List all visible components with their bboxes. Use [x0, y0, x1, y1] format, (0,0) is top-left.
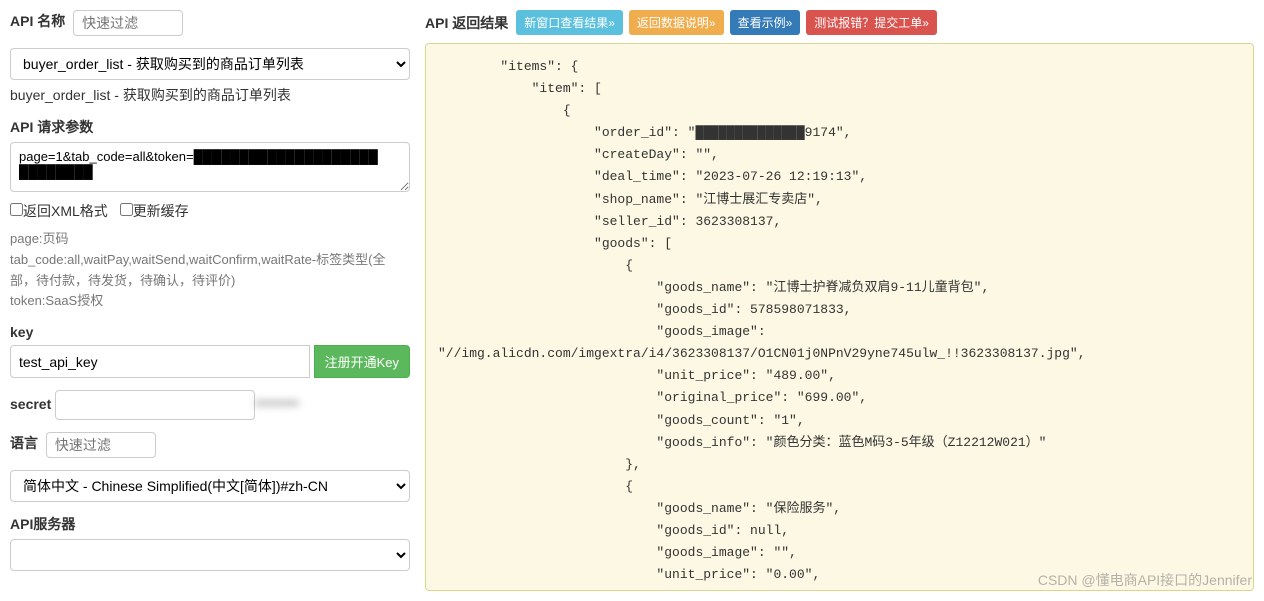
result-json-box[interactable]: "items": { "item": [ { "order_id": "████…: [425, 43, 1254, 591]
key-input[interactable]: [10, 345, 310, 378]
report-error-button[interactable]: 测试报错？提交工单»: [806, 10, 937, 35]
lang-label: 语言: [10, 433, 38, 453]
api-params-label: API 请求参数: [10, 117, 93, 137]
lang-select[interactable]: 简体中文 - Chinese Simplified(中文[简体])#zh-CN: [10, 470, 410, 502]
secret-label: secret: [10, 396, 51, 412]
server-select[interactable]: [10, 539, 410, 571]
api-select[interactable]: buyer_order_list - 获取购买到的商品订单列表: [10, 48, 410, 80]
api-params-textarea[interactable]: [10, 142, 410, 192]
server-label: API服务器: [10, 514, 75, 534]
secret-input[interactable]: [55, 390, 255, 420]
key-label: key: [10, 324, 33, 340]
right-panel: API 返回结果 新窗口查看结果» 返回数据说明» 查看示例» 测试报错？提交工…: [425, 10, 1254, 591]
cache-checkbox-wrap[interactable]: 更新缓存: [120, 203, 189, 219]
xml-checkbox-wrap[interactable]: 返回XML格式: [10, 203, 108, 219]
xml-checkbox[interactable]: [10, 203, 23, 216]
lang-filter-input[interactable]: [46, 432, 156, 458]
api-name-label: API 名称: [10, 11, 65, 31]
register-key-button[interactable]: 注册开通Key: [314, 345, 410, 378]
left-panel: API 名称 buyer_order_list - 获取购买到的商品订单列表 b…: [10, 10, 410, 591]
data-desc-button[interactable]: 返回数据说明»: [629, 10, 724, 35]
new-window-button[interactable]: 新窗口查看结果»: [516, 10, 623, 35]
cache-checkbox[interactable]: [120, 203, 133, 216]
view-example-button[interactable]: 查看示例»: [730, 10, 801, 35]
api-selected-text: buyer_order_list - 获取购买到的商品订单列表: [10, 85, 410, 105]
api-name-filter-input[interactable]: [73, 10, 183, 36]
help-text: page:页码 tab_code:all,waitPay,waitSend,wa…: [10, 229, 410, 312]
result-title: API 返回结果: [425, 13, 508, 33]
